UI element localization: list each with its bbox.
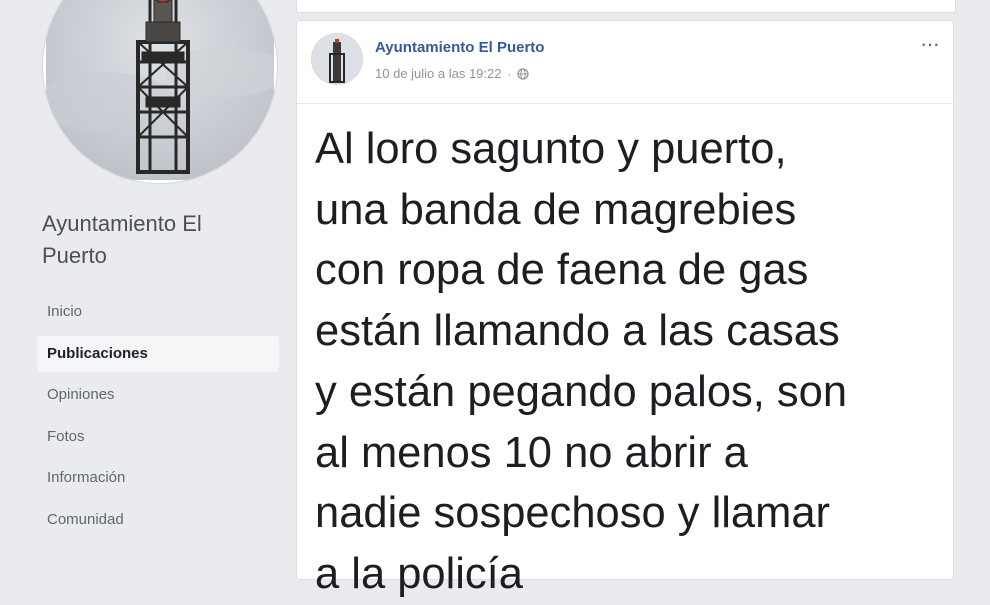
page-nav: Inicio Publicaciones Opiniones Fotos Inf… <box>37 294 279 543</box>
meta-separator: · <box>507 66 512 81</box>
page-name[interactable]: Ayuntamiento El Puerto <box>42 208 262 272</box>
post-meta: 10 de julio a las 19:22 · <box>375 66 530 81</box>
nav-item-comunidad[interactable]: Comunidad <box>37 502 279 538</box>
tower-photo <box>46 0 274 180</box>
more-options-icon[interactable]: ··· <box>920 31 940 57</box>
globe-icon[interactable] <box>517 67 530 80</box>
left-sidebar: Ayuntamiento El Puerto Inicio Publicacio… <box>0 0 290 557</box>
page-profile-picture[interactable] <box>42 0 278 184</box>
post-author-name[interactable]: Ayuntamiento El Puerto <box>375 39 544 56</box>
previous-card-edge <box>296 0 956 13</box>
nav-item-inicio[interactable]: Inicio <box>37 294 279 330</box>
post-timestamp[interactable]: 10 de julio a las 19:22 <box>375 66 501 81</box>
post-author-avatar[interactable] <box>311 33 363 85</box>
nav-item-opiniones[interactable]: Opiniones <box>37 377 279 413</box>
nav-item-publicaciones[interactable]: Publicaciones <box>37 335 279 372</box>
post-header-divider <box>297 103 953 104</box>
tower-thumbnail <box>312 34 362 84</box>
post-text: Al loro sagunto y puerto, una banda de m… <box>315 125 848 598</box>
nav-item-informacion[interactable]: Información <box>37 460 279 496</box>
nav-item-fotos[interactable]: Fotos <box>37 419 279 455</box>
post-card: Ayuntamiento El Puerto 10 de julio a las… <box>296 20 954 598</box>
